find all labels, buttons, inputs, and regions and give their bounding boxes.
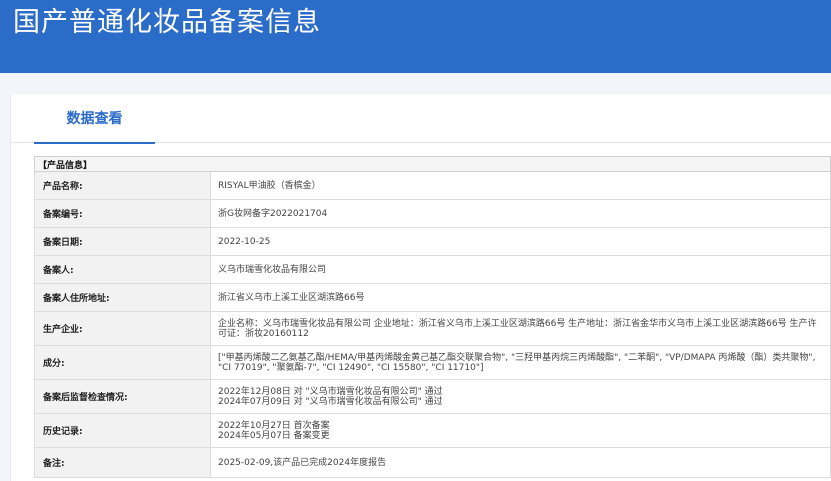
table-row: 产品名称: RISYAL甲油胶（香槟金） xyxy=(34,171,831,200)
tab-bar: 数据查看 xyxy=(11,94,831,144)
row-label-manufacturer: 生产企业: xyxy=(34,311,211,346)
table-row: 备案日期: 2022-10-25 xyxy=(34,227,831,256)
table-row: 历史记录: 2022年10月27日 首次备案 2024年05月07日 备案变更 xyxy=(34,413,831,448)
row-label-remarks: 备注: xyxy=(34,447,211,478)
table-row: 备案人住所地址: 浙江省义乌市上溪工业区湖滨路66号 xyxy=(34,283,831,312)
table-row: 备案人: 义乌市瑞雪化妆品有限公司 xyxy=(34,255,831,284)
row-label-ingredients: 成分: xyxy=(34,345,211,380)
table-row: 备注: 2025-02-09,该产品已完成2024年度报告 xyxy=(34,447,831,478)
row-value-registrant-address: 浙江省义乌市上溪工业区湖滨路66号 xyxy=(209,283,831,312)
section-title: 【产品信息】 xyxy=(33,156,831,172)
row-label-product-name: 产品名称: xyxy=(34,171,211,200)
table-row: 备案后监督检查情况: 2022年12月08日 对 "义乌市瑞雪化妆品有限公司" … xyxy=(34,379,831,414)
content-panel: 数据查看 【产品信息】 产品名称: RISYAL甲油胶（香槟金） 备案编号: 浙… xyxy=(10,94,831,481)
row-value-manufacturer: 企业名称：义乌市瑞雪化妆品有限公司 企业地址：浙江省义乌市上溪工业区湖滨路66号… xyxy=(209,311,831,346)
page-title: 国产普通化妆品备案信息 xyxy=(13,7,321,38)
row-value-registrant: 义乌市瑞雪化妆品有限公司 xyxy=(209,255,831,284)
table-row: 备案编号: 浙G妆网备字2022021704 xyxy=(34,199,831,228)
tab-data-view[interactable]: 数据查看 xyxy=(34,94,155,144)
row-value-inspection: 2022年12月08日 对 "义乌市瑞雪化妆品有限公司" 通过 2024年07月… xyxy=(209,379,831,414)
table-row: 生产企业: 企业名称：义乌市瑞雪化妆品有限公司 企业地址：浙江省义乌市上溪工业区… xyxy=(34,311,831,346)
row-value-remarks: 2025-02-09,该产品已完成2024年度报告 xyxy=(209,447,831,478)
row-value-registration-date: 2022-10-25 xyxy=(209,227,831,256)
row-label-registration-date: 备案日期: xyxy=(34,227,211,256)
row-value-ingredients: ["甲基丙烯酸二乙氨基乙酯/HEMA/甲基丙烯酸金黄己基乙酯交联聚合物", "三… xyxy=(209,345,831,380)
row-label-inspection: 备案后监督检查情况: xyxy=(34,379,211,414)
row-label-registration-number: 备案编号: xyxy=(34,199,211,228)
table-row: 成分: ["甲基丙烯酸二乙氨基乙酯/HEMA/甲基丙烯酸金黄己基乙酯交联聚合物"… xyxy=(34,345,831,380)
row-label-registrant-address: 备案人住所地址: xyxy=(34,283,211,312)
section-header-row: 【产品信息】 xyxy=(33,156,831,172)
row-value-registration-number: 浙G妆网备字2022021704 xyxy=(209,199,831,228)
product-info-table: 【产品信息】 产品名称: RISYAL甲油胶（香槟金） 备案编号: 浙G妆网备字… xyxy=(33,156,831,478)
header-banner: 国产普通化妆品备案信息 xyxy=(0,0,831,73)
row-label-registrant: 备案人: xyxy=(34,255,211,284)
row-label-history: 历史记录: xyxy=(34,413,211,448)
row-value-history: 2022年10月27日 首次备案 2024年05月07日 备案变更 xyxy=(209,413,831,448)
row-value-product-name: RISYAL甲油胶（香槟金） xyxy=(209,171,831,200)
